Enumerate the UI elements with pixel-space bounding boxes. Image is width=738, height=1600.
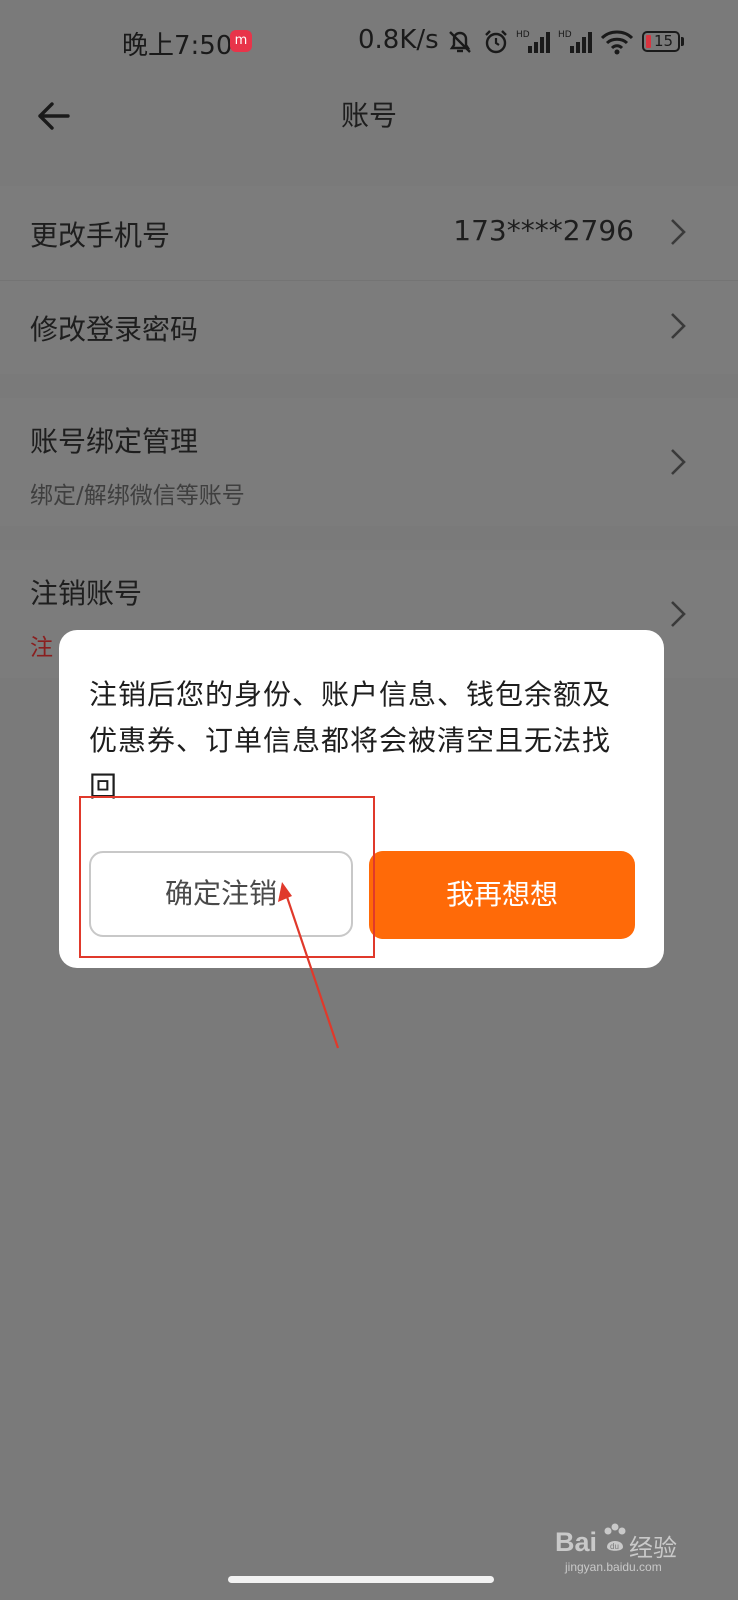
paw-logo-icon: du [604, 1523, 626, 1551]
status-time: 晚上7:50 [122, 31, 233, 61]
delete-account-label: 注销账号 [30, 577, 143, 610]
battery-fill [646, 35, 651, 48]
change-password-row[interactable]: 修改登录密码 [0, 281, 738, 374]
change-phone-row[interactable]: 更改手机号 173****2796 [0, 186, 738, 280]
chevron-right-icon [671, 313, 686, 339]
watermark-brand: Bai [555, 1527, 598, 1557]
chevron-right-icon [671, 601, 686, 627]
battery-tip [681, 37, 684, 46]
account-binding-row[interactable]: 账号绑定管理 绑定/解绑微信等账号 [0, 398, 738, 526]
account-binding-subtitle: 绑定/解绑微信等账号 [30, 483, 245, 509]
account-binding-group: 账号绑定管理 绑定/解绑微信等账号 [0, 398, 738, 526]
chevron-right-icon [671, 219, 686, 245]
nav-bar: 账号 [0, 82, 738, 162]
watermark-url: jingyan.baidu.com [565, 1560, 662, 1574]
delete-account-warning: 注 [30, 635, 53, 661]
home-indicator[interactable] [228, 1576, 494, 1583]
annotation-arrow-icon [278, 882, 340, 1049]
account-security-group: 更改手机号 173****2796 修改登录密码 [0, 186, 738, 374]
battery-level: 15 [654, 32, 674, 50]
wifi-icon [600, 30, 634, 55]
battery-icon: 15 [642, 31, 680, 52]
watermark-brand-cn: 经验 [629, 1534, 677, 1562]
mute-bell-icon [449, 31, 471, 53]
think-again-button[interactable]: 我再想想 [369, 851, 635, 939]
baidu-jingyan-watermark: Bai du 经验 jingyan.baidu.com [555, 1523, 705, 1574]
svg-text:HD: HD [516, 30, 530, 40]
dialog-message: 注销后您的身份、账户信息、钱包余额及优惠券、订单信息都将会被清空且无法找回 [89, 678, 612, 803]
account-binding-label: 账号绑定管理 [30, 425, 199, 458]
network-speed: 0.8K/s [358, 25, 439, 55]
hd-signal-icon: HD [558, 30, 592, 53]
svg-text:HD: HD [558, 30, 572, 40]
svg-text:du: du [610, 1542, 619, 1551]
hd-signal-icon: HD [516, 30, 550, 53]
change-phone-label: 更改手机号 [30, 219, 171, 252]
app-notification-icon: m [230, 30, 252, 52]
phone-number-value: 173****2796 [453, 214, 634, 247]
page-title: 账号 [340, 99, 397, 132]
change-password-label: 修改登录密码 [30, 313, 199, 346]
status-bar: 晚上7:50 m 0.8K/s HD HD 15 [0, 0, 738, 82]
chevron-right-icon [671, 449, 686, 475]
alarm-icon [485, 30, 507, 54]
